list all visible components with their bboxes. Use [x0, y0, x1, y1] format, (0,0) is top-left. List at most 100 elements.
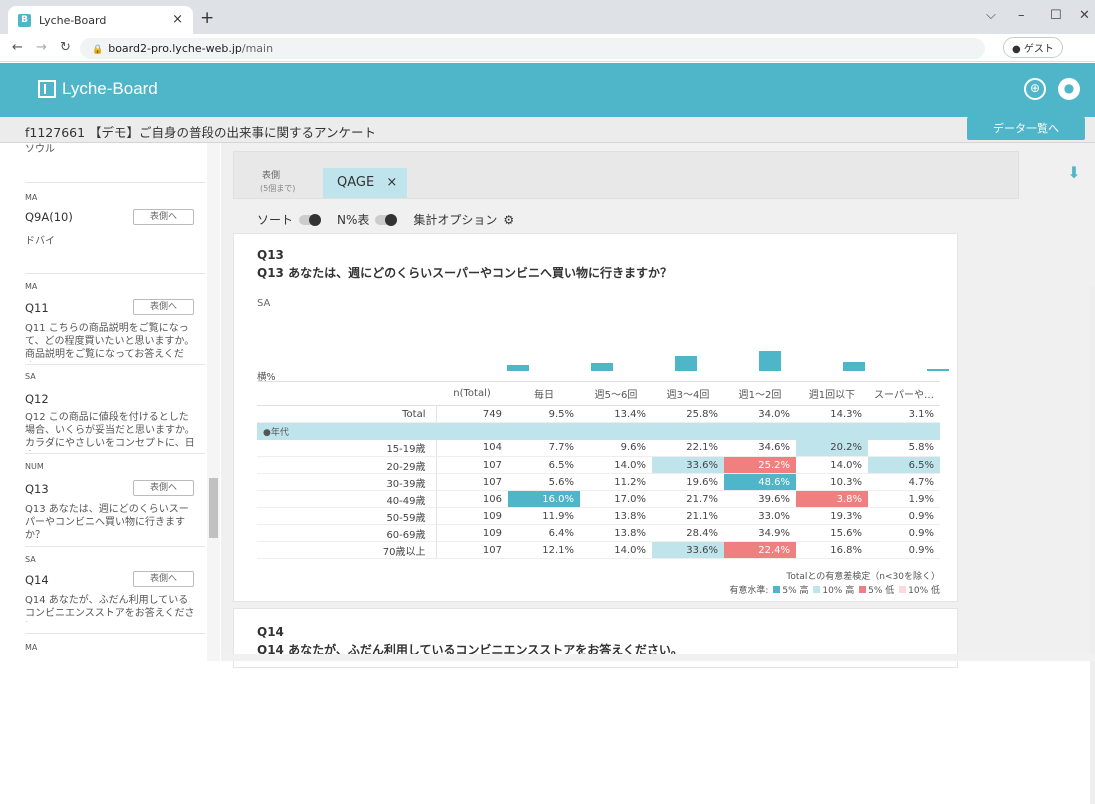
chart-bar [759, 350, 781, 371]
table-cell: 39.6% [724, 490, 796, 508]
column-header[interactable]: スーパーや… [868, 381, 940, 406]
sidebar-scrollbar[interactable] [207, 143, 220, 661]
survey-title: f1127661 【デモ】ご自身の普段の出来事に関するアンケート [25, 125, 377, 140]
chip-close-icon[interactable]: × [386, 175, 397, 190]
crosstab-table: n(Total) 毎日 週5～6回 週3～4回 週1～2回 週1回以下 スーパー… [257, 381, 940, 559]
table-cell: 34.6% [724, 439, 796, 457]
survey-title-bar: f1127661 【デモ】ご自身の普段の出来事に関するアンケート [0, 117, 1095, 143]
profile-button[interactable]: ● ゲスト [1003, 37, 1063, 58]
column-header[interactable]: 週1～2回 [724, 381, 796, 406]
legend-l10: 10% 低 [908, 586, 940, 596]
section-label: ●年代 [257, 422, 940, 440]
url-input[interactable]: 🔒 board2-pro.lyche-web.jp/main [80, 38, 985, 59]
question-type: SA [25, 372, 36, 381]
question-code[interactable]: Q13 [25, 482, 49, 496]
browser-tab-bar: B Lyche-Board × + ⌵ – ☐ ✕ [0, 0, 1095, 34]
back-icon[interactable]: ← [12, 40, 23, 55]
to-table-button[interactable]: 表側へ [133, 480, 194, 496]
table-cell: 14.0% [580, 541, 652, 559]
question-type: SA [25, 555, 36, 564]
url-path: /main [241, 42, 274, 55]
question-code: Q13 [257, 248, 284, 262]
logo[interactable]: Lyche-Board [38, 79, 158, 99]
question-text: Q14 あなたが、ふだん利用しているコンビニエンスストアをお答えください。 [25, 595, 195, 622]
table-cell: 20.2% [796, 439, 868, 457]
divider [25, 182, 205, 183]
forward-icon[interactable]: → [36, 40, 47, 55]
question-code[interactable]: Q11 [25, 301, 49, 315]
globe-icon[interactable]: ⊕ [1024, 78, 1046, 100]
chip-label: QAGE [337, 175, 375, 190]
close-window-icon[interactable]: ✕ [1079, 8, 1090, 23]
table-row: 30-39歳 107 5.6% 11.2% 19.6% 48.6% 10.3% 4.7% [257, 473, 940, 491]
to-table-button[interactable]: 表側へ [133, 299, 194, 315]
table-cell: 106 [435, 490, 508, 508]
table-cell: 0.9% [868, 507, 940, 525]
legend-swatch-h5 [773, 586, 781, 593]
table-cell: 25.2% [724, 456, 796, 474]
question-code[interactable]: Q12 [25, 392, 49, 406]
horizontal-scrollbar[interactable] [221, 654, 1095, 661]
main-scrollbar[interactable] [1090, 286, 1095, 804]
question-code[interactable]: Q9A(10) [25, 210, 73, 224]
minimize-icon[interactable]: – [1018, 8, 1025, 23]
table-cell: 5.8% [868, 439, 940, 457]
table-cell: 17.0% [580, 490, 652, 508]
question-code: Q14 [257, 625, 284, 639]
reload-icon[interactable]: ↻ [60, 40, 71, 55]
table-side-sublabel: (5個まで) [260, 184, 296, 193]
table-cell: 109 [435, 524, 508, 542]
to-table-button[interactable]: 表側へ [133, 209, 194, 225]
table-cell: 4.7% [868, 473, 940, 491]
table-cell: 33.6% [652, 456, 724, 474]
table-row: 70歳以上 107 12.1% 14.0% 33.6% 22.4% 16.8% 0.9% [257, 541, 940, 559]
legend-l5: 5% 低 [868, 586, 895, 596]
sort-toggle[interactable] [299, 213, 322, 226]
question-title: Q13 あなたは、週にどのくらいスーパーやコンビニへ買い物に行きますか？ [257, 266, 672, 280]
table-cell: 48.6% [724, 473, 796, 491]
download-icon[interactable]: ⬇ [1067, 163, 1081, 182]
user-icon[interactable]: ● [1058, 78, 1080, 100]
table-cell: 15.6% [796, 524, 868, 542]
data-list-button[interactable]: データ一覧へ [967, 117, 1085, 140]
row-label: Total [257, 405, 436, 423]
table-row: 60-69歳 109 6.4% 13.8% 28.4% 34.9% 15.6% 0.9% [257, 524, 940, 542]
column-header[interactable]: n(Total) [436, 381, 508, 406]
column-header[interactable]: 毎日 [508, 381, 580, 406]
divider [25, 546, 205, 547]
scrollbar-thumb[interactable] [209, 478, 218, 538]
table-cell: 14.0% [580, 456, 652, 474]
profile-icon: ● [1012, 44, 1021, 55]
question-text: Q13 あなたは、週にどのくらいスーパーやコンビニへ買い物に行きますか？ [25, 504, 189, 541]
table-cell: 34.0% [724, 405, 796, 423]
npct-label: N%表 [337, 213, 370, 227]
column-header[interactable]: 週5～6回 [580, 381, 652, 406]
significance-note: Totalとの有意差検定（n<30を除く） [786, 572, 940, 582]
browser-tab[interactable]: B Lyche-Board × [8, 6, 193, 34]
close-tab-icon[interactable]: × [172, 12, 183, 27]
agg-options-label[interactable]: 集計オプション [413, 211, 497, 228]
to-table-button[interactable]: 表側へ [133, 571, 194, 587]
chart-bar [843, 362, 865, 371]
column-header[interactable]: 週1回以下 [796, 381, 868, 406]
lock-icon: 🔒 [92, 45, 104, 55]
table-cell: 25.8% [652, 405, 724, 423]
question-code[interactable]: Q14 [25, 573, 49, 587]
column-header[interactable]: 週3～4回 [652, 381, 724, 406]
table-side-panel: 表側 (5個まで) QAGE × [233, 151, 1019, 199]
row-label: 60-69歳 [257, 524, 436, 542]
legend-h5: 5% 高 [782, 586, 809, 596]
table-cell: 22.4% [724, 541, 796, 559]
tab-search-icon[interactable]: ⌵ [986, 8, 996, 23]
maximize-icon[interactable]: ☐ [1050, 8, 1062, 23]
guest-label: ゲスト [1023, 44, 1054, 55]
legend-prefix: 有意水準: [729, 586, 769, 596]
divider [25, 453, 205, 454]
table-row: 15-19歳 104 7.7% 9.6% 22.1% 34.6% 20.2% 5.8% [257, 439, 940, 457]
table-cell: 13.8% [580, 524, 652, 542]
qage-chip[interactable]: QAGE × [323, 168, 407, 198]
new-tab-icon[interactable]: + [200, 8, 214, 28]
gear-icon[interactable]: ⚙ [503, 213, 514, 227]
legend-h10: 10% 高 [822, 586, 855, 596]
npct-toggle[interactable] [375, 213, 398, 226]
